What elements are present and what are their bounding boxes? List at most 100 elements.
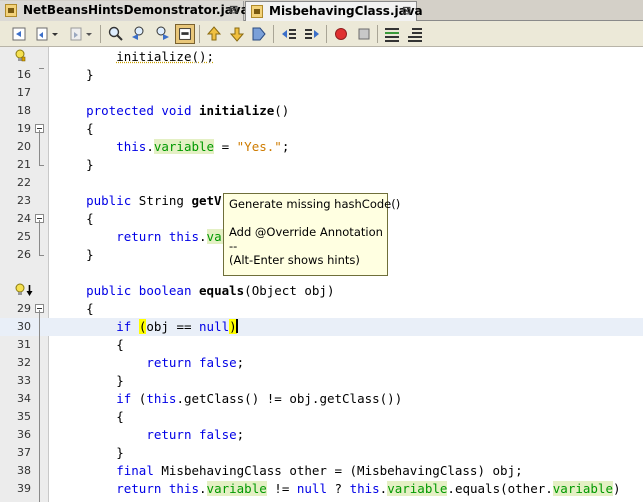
- line-number: 18: [17, 104, 31, 117]
- code-line[interactable]: 19 {: [0, 120, 643, 138]
- hint-lightbulb-icon[interactable]: [14, 283, 26, 297]
- toolbar-separator: [377, 25, 378, 43]
- toolbar-separator: [326, 25, 327, 43]
- hint-generate-hashcode[interactable]: Generate missing hashCode(): [229, 197, 400, 211]
- line-number: 34: [17, 392, 31, 405]
- code-text: initialize();: [116, 49, 215, 64]
- code-line[interactable]: initialize();: [0, 48, 643, 66]
- previous-bookmark-icon[interactable]: [205, 25, 223, 43]
- code-text: public boolean equals(Object obj): [86, 283, 335, 298]
- stop-macro-recording-icon[interactable]: [355, 25, 373, 43]
- comment-icon[interactable]: [383, 25, 401, 43]
- uncomment-icon[interactable]: [406, 25, 424, 43]
- code-text: return this.var: [116, 229, 230, 244]
- code-line-current[interactable]: 30 if (obj == null): [0, 318, 643, 336]
- line-number: 32: [17, 356, 31, 369]
- line-number: 30: [17, 320, 31, 333]
- fold-end-marker: [39, 68, 44, 69]
- close-tab-icon[interactable]: ⊠: [229, 1, 238, 19]
- forward-dropdown-icon[interactable]: [84, 25, 96, 43]
- editor-toolbar: [0, 21, 643, 47]
- code-text: }: [86, 67, 94, 82]
- shift-line-left-icon[interactable]: [280, 25, 298, 43]
- text-caret: [235, 319, 238, 333]
- find-next-icon[interactable]: [153, 25, 171, 43]
- shift-line-right-icon[interactable]: [303, 25, 321, 43]
- line-number: 35: [17, 410, 31, 423]
- code-text: }: [116, 373, 124, 388]
- overrides-arrow-icon[interactable]: [26, 284, 33, 297]
- code-line[interactable]: 35 {: [0, 408, 643, 426]
- code-line[interactable]: 18 protected void initialize(): [0, 102, 643, 120]
- next-bookmark-icon[interactable]: [228, 25, 246, 43]
- line-number: 22: [17, 176, 31, 189]
- line-number: 20: [17, 140, 31, 153]
- code-text: }: [116, 445, 124, 460]
- code-line[interactable]: 33 }: [0, 372, 643, 390]
- fold-end-marker: [39, 165, 44, 166]
- code-text: {: [86, 211, 94, 226]
- code-line[interactable]: 38 final MisbehavingClass other = (Misbe…: [0, 462, 643, 480]
- code-line[interactable]: 36 return false;: [0, 426, 643, 444]
- code-text: final MisbehavingClass other = (Misbehav…: [116, 463, 523, 478]
- code-text: if (obj == null): [56, 318, 238, 336]
- code-line[interactable]: 16 }: [0, 66, 643, 84]
- code-line[interactable]: 32 return false;: [0, 354, 643, 372]
- tab-label: MisbehavingClass.java: [269, 4, 423, 18]
- code-line[interactable]: 31 {: [0, 336, 643, 354]
- line-number: 38: [17, 464, 31, 477]
- tab-netbeans-hints-demonstrator[interactable]: NetBeansHintsDemonstrator.java ⊠: [0, 1, 249, 21]
- hint-add-override[interactable]: Add @Override Annotation: [229, 225, 387, 239]
- line-number: 23: [17, 194, 31, 207]
- line-number: 17: [17, 86, 31, 99]
- code-line[interactable]: 34 if (this.getClass() != obj.getClass()…: [0, 390, 643, 408]
- last-edit-dropdown-icon[interactable]: [50, 25, 62, 43]
- fold-end-marker: [39, 255, 44, 256]
- line-number: 21: [17, 158, 31, 171]
- find-icon[interactable]: [107, 25, 125, 43]
- hint-shortcut-note: (Alt-Enter shows hints): [229, 253, 360, 267]
- back-icon[interactable]: [10, 25, 28, 43]
- code-line[interactable]: 39 return this.variable != null ? this.v…: [0, 480, 643, 498]
- close-tab-icon[interactable]: ⊠: [402, 2, 411, 20]
- line-number: 26: [17, 248, 31, 261]
- code-text: {: [86, 121, 94, 136]
- line-number: 31: [17, 338, 31, 351]
- code-text: {: [86, 301, 94, 316]
- line-number: 33: [17, 374, 31, 387]
- hints-tooltip: Generate missing hashCode() Add @Overrid…: [223, 193, 400, 276]
- code-text: return false;: [146, 427, 245, 442]
- fold-guide: [39, 130, 40, 165]
- toolbar-separator: [199, 25, 200, 43]
- code-line[interactable]: 20 this.variable = "Yes.";: [0, 138, 643, 156]
- line-number: 16: [17, 68, 31, 81]
- code-line[interactable]: 21 }: [0, 156, 643, 174]
- line-number: 19: [17, 122, 31, 135]
- line-number: 24: [17, 212, 31, 225]
- code-text: if (this.getClass() != obj.getClass()): [116, 391, 403, 406]
- code-text: public String getV: [86, 193, 222, 208]
- code-text: {: [116, 337, 124, 352]
- find-previous-icon[interactable]: [130, 25, 148, 43]
- code-line[interactable]: 29 {: [0, 300, 643, 318]
- toggle-bookmark-icon[interactable]: [250, 25, 268, 43]
- line-number: 36: [17, 428, 31, 441]
- line-number: 29: [17, 302, 31, 315]
- fold-guide: [39, 310, 40, 502]
- toolbar-separator: [273, 25, 274, 43]
- hint-spacer: [229, 211, 387, 225]
- toggle-highlight-search-icon[interactable]: [175, 24, 195, 44]
- java-file-icon: [251, 5, 263, 18]
- tab-misbehaving-class[interactable]: MisbehavingClass.java ⊠: [245, 1, 423, 21]
- hint-lightbulb-icon[interactable]: [14, 49, 26, 63]
- start-macro-recording-icon[interactable]: [332, 25, 350, 43]
- code-line[interactable]: 22: [0, 174, 643, 192]
- fold-guide: [39, 220, 40, 255]
- code-line[interactable]: 37 }: [0, 444, 643, 462]
- hint-separator: --: [229, 239, 238, 253]
- code-line[interactable]: public boolean equals(Object obj): [0, 282, 643, 300]
- code-text: {: [116, 409, 124, 424]
- code-text: protected void initialize(): [86, 103, 290, 118]
- code-line[interactable]: 17: [0, 84, 643, 102]
- java-file-icon: [5, 4, 17, 17]
